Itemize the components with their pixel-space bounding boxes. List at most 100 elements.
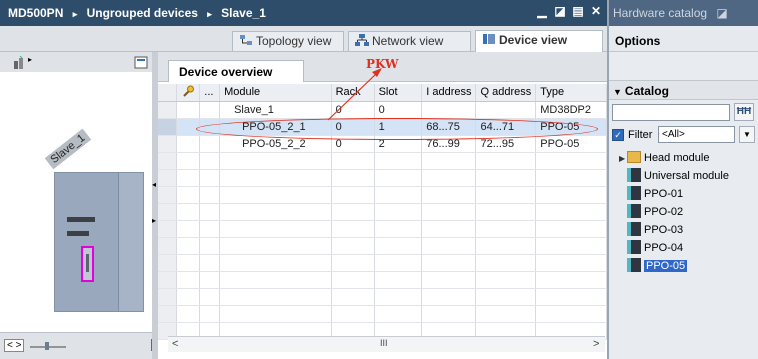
row-header[interactable] — [158, 271, 178, 289]
table-row-empty[interactable] — [158, 305, 607, 323]
device-rack[interactable] — [54, 172, 144, 312]
breadcrumb-project[interactable]: MD500PN — [8, 6, 63, 20]
filter-dropdown-icon[interactable]: ▼ — [739, 126, 755, 143]
column-header-slot[interactable]: Slot — [374, 84, 423, 102]
column-header-rack[interactable]: Rack — [331, 84, 375, 102]
table-row-empty[interactable] — [158, 237, 607, 255]
breadcrumb-group[interactable]: Ungrouped devices — [87, 6, 198, 20]
head-module-slot[interactable] — [55, 173, 119, 311]
tree-item-ppo-04[interactable]: PPO-04 — [627, 240, 683, 257]
table-row-empty[interactable] — [158, 169, 607, 187]
row-header[interactable] — [158, 254, 178, 272]
empty-cell — [331, 288, 375, 306]
module-cell[interactable]: Slave_1 — [219, 101, 332, 119]
q-address-cell[interactable]: 64...71 — [475, 118, 537, 136]
filter-checkbox[interactable]: ✓ — [612, 129, 624, 141]
table-row-empty[interactable] — [158, 186, 607, 204]
tab-device-view[interactable]: Device view — [475, 30, 603, 52]
device-icon — [483, 34, 495, 44]
scroll-left-icon[interactable]: < — [172, 338, 178, 350]
row-header[interactable] — [158, 288, 178, 306]
empty-cell — [219, 254, 332, 272]
device-dropdown-icon[interactable]: ▸ — [28, 55, 32, 64]
catalog-title: Hardware catalog — [613, 6, 708, 20]
tree-item-ppo-05[interactable]: PPO-05 — [627, 258, 688, 275]
zoom-slider[interactable] — [30, 341, 66, 351]
float-icon[interactable]: ◪ — [716, 6, 727, 20]
overview-horizontal-scrollbar[interactable]: < III > — [168, 336, 605, 352]
empty-cell — [421, 305, 477, 323]
column-header-module[interactable]: Module — [219, 84, 332, 102]
overview-toggle-icon[interactable] — [134, 56, 148, 69]
tab-device-overview[interactable]: Device overview — [168, 60, 304, 82]
filter-select[interactable]: <All> — [658, 126, 735, 143]
row-header[interactable] — [158, 186, 178, 204]
tab-topology-view[interactable]: Topology view — [232, 31, 344, 51]
table-row-empty[interactable] — [158, 203, 607, 221]
table-row-empty[interactable] — [158, 254, 607, 272]
profinet-port[interactable] — [81, 246, 94, 282]
row-header[interactable] — [158, 135, 178, 153]
table-row[interactable]: Slave_1 0 0 MD38DP2 — [158, 101, 607, 119]
tab-network-view[interactable]: Network view — [348, 31, 471, 51]
table-row-empty[interactable] — [158, 220, 607, 238]
column-header-config[interactable] — [176, 84, 201, 102]
catalog-search-button[interactable]: ĦĦ — [734, 103, 754, 121]
empty-cell — [176, 254, 201, 272]
breadcrumb-separator-icon: ▸ — [207, 9, 212, 19]
breadcrumb-device[interactable]: Slave_1 — [221, 6, 266, 20]
table-row[interactable]: PPO-05_2_2 0 2 76...99 72...95 PPO-05 — [158, 135, 607, 153]
column-header-type[interactable]: Type — [535, 84, 607, 102]
table-row-empty[interactable] — [158, 288, 607, 306]
catalog-search-input[interactable] — [612, 104, 730, 121]
table-row-selected[interactable]: PPO-05_2_1 0 1 68...75 64...71 PPO-05 — [158, 118, 607, 136]
column-header-q-address[interactable]: Q address — [475, 84, 537, 102]
row-header[interactable] — [158, 203, 178, 221]
module-cell[interactable]: PPO-05_2_2 — [219, 135, 332, 153]
search-binoculars-icon: ĦĦ — [736, 106, 752, 117]
row-header[interactable] — [158, 220, 178, 238]
empty-cell — [475, 254, 537, 272]
i-address-cell[interactable]: 68...75 — [421, 118, 477, 136]
expand-right-icon[interactable]: ▸ — [152, 216, 156, 225]
table-header-row: ... Module Rack Slot I address Q address… — [158, 84, 607, 102]
column-header-more[interactable]: ... — [199, 84, 221, 102]
options-section[interactable]: Options — [609, 30, 758, 52]
tree-item-label: Head module — [644, 152, 710, 164]
scroll-thumb-grip[interactable]: III — [380, 338, 388, 348]
empty-cell — [374, 169, 423, 187]
empty-cell — [219, 271, 332, 289]
empty-cell — [176, 186, 201, 204]
module-cell[interactable]: PPO-05_2_1 — [219, 118, 332, 136]
tree-item-ppo-01[interactable]: PPO-01 — [627, 186, 683, 203]
scroll-left-right-icon[interactable]: < > — [4, 339, 25, 352]
chevron-down-icon[interactable]: ▼ — [613, 87, 622, 97]
row-header[interactable] — [158, 118, 178, 136]
column-header-i-address[interactable]: I address — [421, 84, 477, 102]
device-label[interactable]: Slave_1 — [44, 128, 92, 170]
empty-cell — [421, 220, 477, 238]
row-header[interactable] — [158, 169, 178, 187]
catalog-section-header[interactable]: ▼ Catalog — [609, 80, 758, 100]
row-header[interactable] — [158, 152, 178, 170]
table-row-empty[interactable] — [158, 271, 607, 289]
device-canvas[interactable]: ▸ ▲ Slave_1 < > — [0, 52, 170, 359]
device-selector-icon[interactable] — [12, 56, 28, 70]
table-row-empty[interactable] — [158, 152, 607, 170]
row-header[interactable] — [158, 101, 178, 119]
float-icon[interactable]: ◪ — [553, 3, 567, 19]
i-address-cell[interactable]: 76...99 — [421, 135, 477, 153]
tree-item-ppo-02[interactable]: PPO-02 — [627, 204, 683, 221]
maximize-icon[interactable]: ▤ — [571, 3, 585, 19]
expand-arrow-icon[interactable]: ▶ — [619, 150, 627, 167]
collapse-left-icon[interactable]: ◂ — [152, 180, 156, 189]
row-header[interactable] — [158, 237, 178, 255]
tree-item-ppo-03[interactable]: PPO-03 — [627, 222, 683, 239]
row-header[interactable] — [158, 305, 178, 323]
close-icon[interactable]: ✕ — [589, 3, 603, 19]
tree-item-universal-module[interactable]: Universal module — [627, 168, 729, 185]
minimize-icon[interactable]: ▁ — [535, 3, 549, 19]
scroll-right-icon[interactable]: > — [593, 338, 599, 350]
tree-item-head-module[interactable]: ▶ Head module — [619, 150, 709, 167]
q-address-cell[interactable]: 72...95 — [475, 135, 537, 153]
